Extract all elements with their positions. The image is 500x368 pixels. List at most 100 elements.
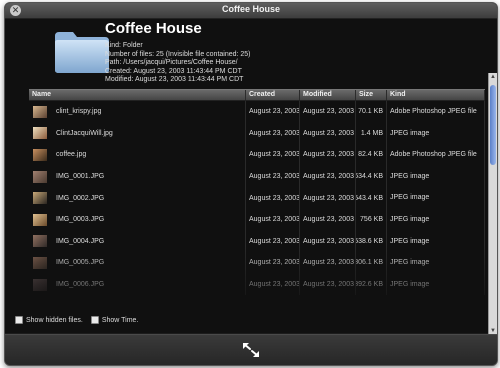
table-row[interactable]: ClintJacquiWill.jpg August 23, 2003 August…	[29, 122, 485, 145]
column-header-modified[interactable]: Modified	[300, 90, 356, 100]
scroll-up-arrow-icon[interactable]: ▲	[489, 73, 497, 81]
image-thumbnail-icon	[33, 235, 47, 248]
table-row[interactable]: IMG_0001.JPG August 23, 2003 August 23, 20…	[29, 165, 485, 188]
cell-size-text: 82.4 KB	[358, 151, 383, 159]
cell-kind-text: Adobe Photoshop JPEG file	[390, 108, 477, 116]
show-time-checkbox[interactable]	[90, 316, 99, 324]
cell-size-text: 543.4 KB	[356, 194, 383, 202]
scrollbar-thumb[interactable]	[490, 85, 496, 165]
table-row[interactable]: IMG_0002.JPG August 23, 2003 August 23, 20…	[29, 187, 485, 209]
cell-size: 392.6 KB	[356, 273, 387, 296]
cell-created: August 23, 2003	[246, 230, 300, 253]
cell-kind: JPEG image	[387, 252, 485, 274]
info-files: Number of files: 25 (Invisible file cont…	[105, 50, 251, 58]
cell-name: IMG_0005.JPG	[29, 252, 246, 274]
column-header-created[interactable]: Created	[246, 90, 300, 100]
show-hidden-files-option[interactable]: Show hidden files.	[15, 316, 83, 324]
image-thumbnail-icon	[33, 148, 47, 161]
table-row[interactable]: coffee.jpg August 23, 2003 August 23, 2003…	[29, 144, 485, 166]
image-thumbnail-icon	[33, 256, 47, 269]
cell-modified-text: August 23, 2003	[303, 129, 354, 137]
cell-name: IMG_0006.JPG	[29, 273, 246, 296]
cell-name-text: IMG_0001.JPG	[56, 173, 105, 181]
folder-title: Coffee House	[105, 20, 202, 37]
cell-created-text: August 23, 2003	[249, 281, 300, 289]
cell-created: August 23, 2003	[246, 144, 300, 166]
column-header-name[interactable]: Name	[29, 90, 246, 100]
show-hidden-files-label: Show hidden files.	[26, 316, 83, 324]
cell-name: coffee.jpg	[29, 144, 246, 166]
cell-modified: August 23, 2003	[300, 122, 356, 145]
cell-created: August 23, 2003	[246, 165, 300, 188]
window-title: Coffee House	[221, 4, 280, 14]
image-thumbnail-icon	[33, 170, 47, 183]
cell-created: August 23, 2003	[246, 101, 300, 123]
fullscreen-icon[interactable]	[241, 341, 261, 359]
quicklook-window: ✕ Coffee House Coffee House Kind: Folder…	[4, 2, 498, 366]
show-hidden-files-checkbox[interactable]	[15, 316, 23, 324]
vertical-scrollbar[interactable]: ▲ ▼	[488, 73, 497, 335]
display-options: Show hidden files. Show Time.	[15, 316, 138, 324]
cell-created-text: August 23, 2003	[249, 173, 300, 181]
cell-created-text: August 23, 2003	[249, 259, 300, 267]
table-row[interactable]: clint_krispy.jpg August 23, 2003 August 23…	[29, 101, 485, 123]
table-row[interactable]: IMG_0006.JPG August 23, 2003 August 23, 20…	[29, 273, 485, 296]
table-row[interactable]: IMG_0005.JPG August 23, 2003 August 23, 20…	[29, 252, 485, 274]
cell-kind: JPEG image	[387, 273, 485, 296]
cell-name-text: IMG_0003.JPG	[56, 216, 105, 224]
cell-name-text: coffee.jpg	[56, 151, 87, 159]
cell-kind-text: Adobe Photoshop JPEG file	[390, 151, 477, 159]
cell-kind: JPEG image	[387, 230, 485, 253]
column-header-size[interactable]: Size	[356, 90, 387, 100]
cell-created: August 23, 2003	[246, 273, 300, 296]
table-row[interactable]: IMG_0003.JPG August 23, 2003 August 23, 20…	[29, 208, 485, 231]
cell-size: 70.1 KB	[356, 101, 387, 123]
cell-kind-text: JPEG image	[390, 172, 430, 180]
table-body: clint_krispy.jpg August 23, 2003 August 23…	[29, 101, 485, 296]
cell-created-text: August 23, 2003	[249, 216, 300, 224]
cell-kind: JPEG image	[387, 208, 485, 231]
cell-kind: JPEG image	[387, 165, 485, 188]
show-time-option[interactable]: Show Time.	[90, 316, 138, 324]
cell-modified-text: August 23, 2003	[303, 237, 354, 245]
cell-modified: August 23, 2003	[300, 101, 356, 123]
cell-modified: August 23, 2003	[300, 144, 356, 166]
cell-size-text: 634.4 KB	[356, 173, 383, 181]
cell-kind-text: JPEG image	[390, 194, 430, 202]
content-area: Coffee House Kind: Folder Number of file…	[5, 19, 497, 333]
cell-name-text: IMG_0002.JPG	[56, 194, 105, 202]
cell-kind: JPEG image	[387, 187, 485, 209]
image-thumbnail-icon	[33, 213, 47, 226]
cell-size: 756 KB	[356, 208, 387, 231]
cell-kind: Adobe Photoshop JPEG file	[387, 144, 485, 166]
image-thumbnail-icon	[33, 105, 47, 118]
cell-kind-text: JPEG image	[390, 129, 430, 137]
image-thumbnail-icon	[33, 192, 47, 205]
cell-name-text: IMG_0005.JPG	[56, 259, 105, 267]
folder-icon	[55, 32, 109, 73]
column-header-kind[interactable]: Kind	[387, 90, 485, 100]
cell-modified: August 23, 2003	[300, 187, 356, 209]
cell-size-text: 70.1 KB	[358, 108, 383, 116]
cell-created-text: August 23, 2003	[249, 129, 300, 137]
cell-modified: August 23, 2003	[300, 273, 356, 296]
cell-created: August 23, 2003	[246, 122, 300, 145]
cell-kind-text: JPEG image	[390, 216, 430, 224]
table-row[interactable]: IMG_0004.JPG August 23, 2003 August 23, 20…	[29, 230, 485, 253]
cell-modified-text: August 23, 2003	[303, 194, 354, 202]
cell-name-text: IMG_0004.JPG	[56, 237, 105, 245]
cell-size: 543.4 KB	[356, 187, 387, 209]
info-path: Path: /Users/jacqui/Pictures/Coffee Hous…	[105, 59, 238, 66]
cell-modified-text: August 23, 2003	[303, 281, 354, 289]
image-thumbnail-icon	[33, 127, 47, 140]
info-created: Created: August 23, 2003 11:43:44 PM CDT	[105, 67, 242, 75]
cell-size-text: 538.6 KB	[356, 237, 383, 245]
cell-modified-text: August 23, 2003	[303, 216, 354, 224]
title-bar[interactable]: ✕ Coffee House	[5, 3, 497, 19]
cell-name: IMG_0002.JPG	[29, 187, 246, 209]
cell-created-text: August 23, 2003	[249, 194, 300, 202]
cell-kind-text: JPEG image	[390, 259, 430, 267]
info-kind: Kind: Folder	[105, 42, 143, 49]
cell-size: 1.4 MB	[356, 122, 387, 145]
cell-size-text: 1.4 MB	[360, 129, 383, 137]
